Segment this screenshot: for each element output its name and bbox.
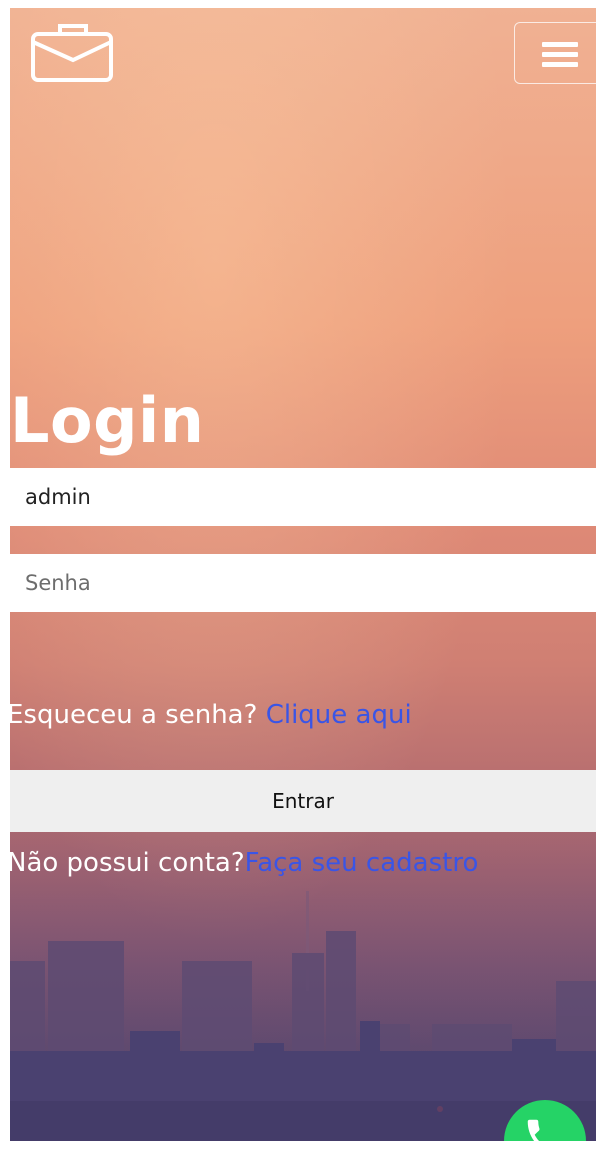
- whatsapp-phone-icon: [527, 1119, 540, 1141]
- login-page: Login Esqueceu a senha? Clique aqui Entr…: [10, 8, 596, 1141]
- password-input[interactable]: [10, 554, 596, 612]
- forgot-password-text: Esqueceu a senha? Clique aqui: [10, 700, 412, 730]
- username-input[interactable]: [10, 468, 596, 526]
- forgot-password-link[interactable]: Clique aqui: [266, 700, 412, 730]
- menu-toggle-button[interactable]: [514, 22, 596, 84]
- signup-text: Não possui conta?Faça seu cadastro: [10, 848, 478, 878]
- signup-label: Não possui conta?: [10, 848, 245, 878]
- hamburger-icon: [542, 42, 578, 67]
- signup-link[interactable]: Faça seu cadastro: [245, 848, 479, 878]
- forgot-password-label: Esqueceu a senha?: [10, 700, 266, 730]
- page-title: Login: [10, 384, 205, 457]
- briefcase-icon[interactable]: [30, 20, 116, 84]
- submit-button[interactable]: Entrar: [10, 770, 596, 832]
